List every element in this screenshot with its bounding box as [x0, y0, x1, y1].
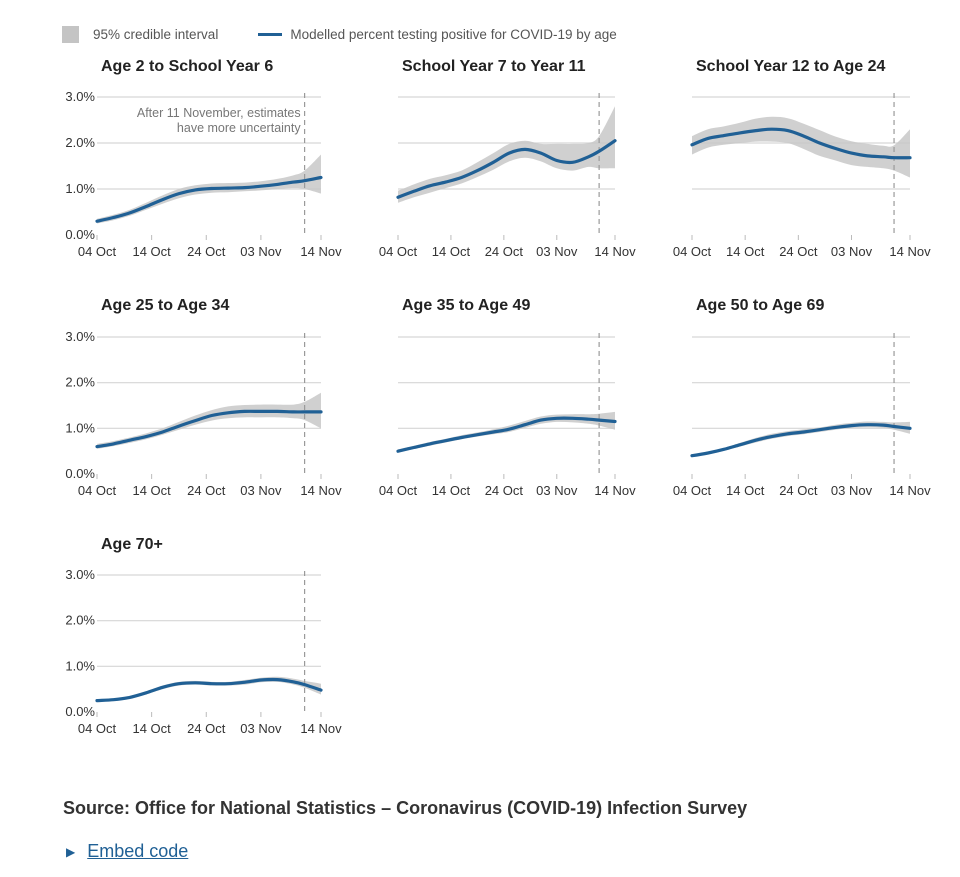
x-tick-label: 04 Oct — [78, 483, 117, 498]
x-tick-label: 14 Oct — [432, 483, 471, 498]
x-tick-label: 03 Nov — [240, 244, 282, 259]
x-tick-label: 04 Oct — [78, 244, 117, 259]
x-tick-label: 14 Oct — [726, 244, 765, 259]
y-tick-label: 0.0% — [65, 466, 95, 481]
x-tick-label: 03 Nov — [831, 483, 873, 498]
panel-4: 0.0% 1.0% 2.0% 3.0% 04 Oct 14 Oct 24 Oct 03 Nov… — [65, 329, 342, 498]
x-tick-label: 04 Oct — [379, 244, 418, 259]
x-tick-label: 24 Oct — [779, 483, 818, 498]
source-caption: Source: Office for National Statistics –… — [63, 798, 748, 818]
credible-interval-band — [692, 116, 910, 178]
x-tick-label: 24 Oct — [485, 244, 524, 259]
x-tick-label: 03 Nov — [240, 483, 282, 498]
panel-7: 0.0% 1.0% 2.0% 3.0% 04 Oct 14 Oct 24 Oct 03 Nov… — [65, 567, 342, 736]
x-tick-label: 14 Oct — [132, 483, 171, 498]
x-tick-label: 14 Oct — [132, 721, 171, 736]
y-tick-label: 2.0% — [65, 135, 95, 150]
x-tick-label: 14 Oct — [726, 483, 765, 498]
uncertainty-annotation-line2: have more uncertainty — [177, 121, 301, 135]
y-tick-label: 0.0% — [65, 227, 95, 242]
y-tick-label: 3.0% — [65, 89, 95, 104]
x-tick-label: 24 Oct — [779, 244, 818, 259]
small-multiples-chart: 0.0% 1.0% 2.0% 3.0% 04 Oct 14 Oct 24 Oct 03 Nov… — [65, 89, 931, 736]
expand-triangle-icon: ▶ — [66, 844, 76, 859]
y-tick-label: 1.0% — [65, 420, 95, 435]
x-tick-label: 03 Nov — [240, 721, 282, 736]
x-tick-label: 03 Nov — [536, 483, 578, 498]
x-tick-label: 14 Oct — [432, 244, 471, 259]
y-tick-label: 1.0% — [65, 658, 95, 673]
panel-6: 04 Oct 14 Oct 24 Oct 03 Nov 14 Nov — [673, 333, 931, 498]
x-tick-label: 24 Oct — [187, 483, 226, 498]
panel-5: 04 Oct 14 Oct 24 Oct 03 Nov 14 Nov — [379, 333, 636, 498]
x-tick-label: 03 Nov — [536, 244, 578, 259]
credible-interval-band — [692, 421, 910, 457]
y-tick-label: 2.0% — [65, 375, 95, 390]
embed-code-link[interactable]: Embed code — [87, 841, 188, 862]
y-tick-label: 0.0% — [65, 704, 95, 719]
x-tick-label: 14 Nov — [889, 244, 931, 259]
panel-1: 0.0% 1.0% 2.0% 3.0% 04 Oct 14 Oct 24 Oct 03 Nov… — [65, 89, 342, 259]
x-tick-label: 03 Nov — [831, 244, 873, 259]
x-tick-label: 24 Oct — [187, 244, 226, 259]
x-tick-label: 04 Oct — [673, 244, 712, 259]
panel-3: 04 Oct 14 Oct 24 Oct 03 Nov 14 Nov — [673, 93, 931, 259]
y-tick-label: 3.0% — [65, 329, 95, 344]
x-tick-label: 14 Oct — [132, 244, 171, 259]
y-tick-label: 1.0% — [65, 181, 95, 196]
x-tick-label: 14 Nov — [594, 244, 636, 259]
x-tick-label: 04 Oct — [673, 483, 712, 498]
modelled-percent-line — [690, 423, 912, 458]
y-tick-label: 3.0% — [65, 567, 95, 582]
panel-2: 04 Oct 14 Oct 24 Oct 03 Nov 14 Nov — [379, 93, 636, 259]
y-tick-label: 2.0% — [65, 613, 95, 628]
x-tick-label: 14 Nov — [300, 483, 342, 498]
x-tick-label: 24 Oct — [187, 721, 226, 736]
x-tick-label: 14 Nov — [300, 721, 342, 736]
x-tick-label: 14 Nov — [889, 483, 931, 498]
x-tick-label: 14 Nov — [300, 244, 342, 259]
x-tick-label: 14 Nov — [594, 483, 636, 498]
uncertainty-annotation-line1: After 11 November, estimates — [137, 106, 301, 120]
embed-code-toggle[interactable]: ▶ Embed code — [66, 841, 188, 862]
x-tick-label: 24 Oct — [485, 483, 524, 498]
x-tick-label: 04 Oct — [78, 721, 117, 736]
x-tick-label: 04 Oct — [379, 483, 418, 498]
